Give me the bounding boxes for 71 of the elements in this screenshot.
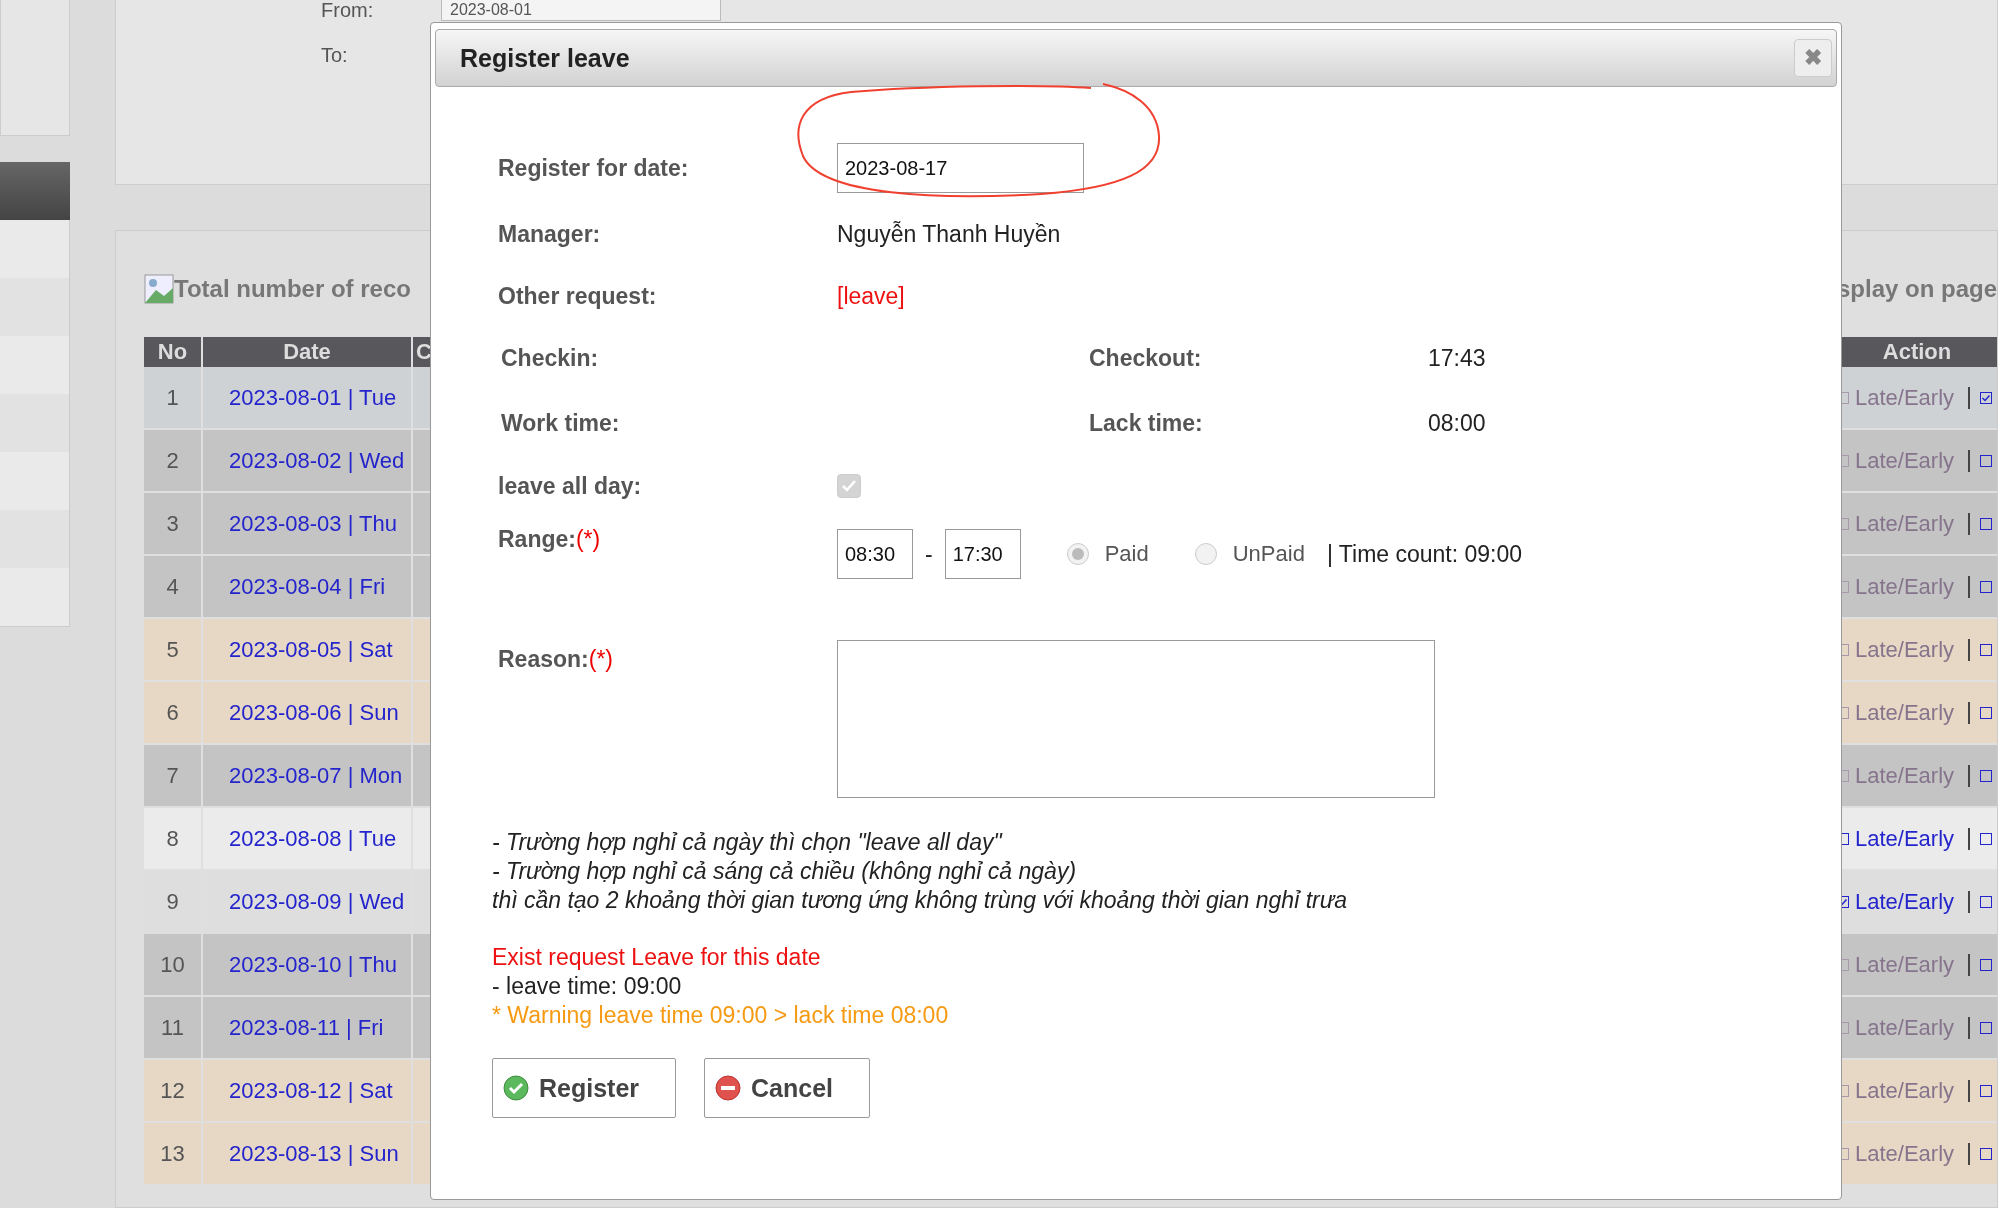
- manager-name: Nguyễn Thanh Huyền: [837, 220, 1062, 248]
- late-early-link[interactable]: Late/Early: [1855, 888, 1955, 915]
- table-cell: 4: [144, 556, 201, 617]
- range-from-field[interactable]: 08:30: [837, 529, 913, 579]
- reason-label: Reason:: [498, 646, 589, 673]
- date-link[interactable]: 2023-08-06 | Sun: [229, 699, 399, 726]
- register-button[interactable]: Register: [492, 1058, 677, 1118]
- table-cell: 10: [144, 934, 201, 995]
- date-link[interactable]: 2023-08-04 | Fri: [229, 573, 386, 600]
- warning-message: * Warning leave time 09:00 > lack time 08:00: [492, 1001, 950, 1030]
- lack-time-value: 08:00: [1428, 409, 1487, 437]
- other-request-label: Other request:: [498, 282, 658, 310]
- column-header: No: [144, 337, 201, 367]
- from-field[interactable]: 2023-08-01: [441, 0, 721, 21]
- date-link[interactable]: 2023-08-12 | Sat: [229, 1077, 393, 1104]
- table-cell: 3: [144, 493, 201, 554]
- checkin-label: Checkin:: [501, 344, 600, 372]
- late-early-link[interactable]: Late/Early: [1855, 699, 1955, 726]
- pay-option-label: UnPaid: [1232, 541, 1305, 567]
- late-early-link[interactable]: Late/Early: [1855, 825, 1955, 852]
- date-link[interactable]: 2023-08-09 | Wed: [229, 888, 405, 915]
- date-link[interactable]: 2023-08-07 | Mon: [229, 762, 403, 789]
- checkout-value: 17:43: [1428, 344, 1487, 372]
- date-link[interactable]: 2023-08-03 | Thu: [229, 510, 397, 537]
- table-cell: 8: [144, 808, 201, 869]
- table-cell: 6: [144, 682, 201, 743]
- date-link[interactable]: 2023-08-01 | Tue: [229, 384, 397, 411]
- date-link[interactable]: 2023-08-13 | Sun: [229, 1140, 399, 1167]
- note-text: - Trường hợp nghỉ cả ngày thì chọn "leave all day": [492, 828, 1004, 857]
- leave-all-day-label: leave all day:: [498, 472, 643, 500]
- date-label: Register for date:: [498, 154, 690, 182]
- late-early-link[interactable]: Late/Early: [1855, 1140, 1955, 1167]
- cancel-button[interactable]: Cancel: [704, 1058, 871, 1118]
- table-cell: 11: [144, 997, 201, 1058]
- table-cell: 1: [144, 367, 201, 428]
- other-request-link[interactable]: [leave]: [837, 282, 1841, 310]
- date-field[interactable]: 2023-08-17: [837, 143, 1084, 193]
- close-button[interactable]: ✖: [1794, 39, 1832, 77]
- late-early-link[interactable]: Late/Early: [1855, 1077, 1955, 1104]
- date-link[interactable]: 2023-08-08 | Tue: [229, 825, 397, 852]
- date-link[interactable]: 2023-08-11 | Fri: [229, 1014, 384, 1041]
- lack-time-label: Lack time:: [1089, 409, 1204, 437]
- table-cell: 5: [144, 619, 201, 680]
- range-label: Range:: [498, 526, 576, 553]
- date-link[interactable]: 2023-08-10 | Thu: [229, 951, 397, 978]
- manager-label: Manager:: [498, 220, 602, 248]
- leave-time-text: - leave time: 09:00: [492, 972, 683, 1001]
- date-link[interactable]: 2023-08-05 | Sat: [229, 636, 393, 663]
- exist-request-message: Exist request Leave for this date: [492, 943, 822, 972]
- note-text: - Trường hợp nghỉ cả sáng cả chiều (không nghỉ cả ngày): [492, 857, 1078, 886]
- checkout-label: Checkout:: [1089, 344, 1203, 372]
- work-time-label: Work time:: [501, 409, 621, 437]
- date-link[interactable]: 2023-08-02 | Wed: [229, 447, 405, 474]
- time-count-text: | Time count: 09:00: [1326, 540, 1523, 568]
- to-label: To:: [321, 44, 349, 67]
- table-cell: 7: [144, 745, 201, 806]
- required-mark: (*): [575, 526, 601, 553]
- range-dash: -: [925, 540, 933, 568]
- dialog-title: Register leave: [460, 43, 630, 73]
- late-early-link[interactable]: Late/Early: [1855, 636, 1955, 663]
- record-count-text: Total number of reco: [174, 275, 411, 303]
- late-early-link[interactable]: Late/Early: [1855, 384, 1955, 411]
- range-to-field[interactable]: 17:30: [944, 529, 1021, 579]
- required-mark: (*): [588, 646, 614, 673]
- table-cell: 13: [144, 1123, 201, 1184]
- from-label: From:: [321, 0, 375, 22]
- table-cell: 12: [144, 1060, 201, 1121]
- table-cell: 2: [144, 430, 201, 491]
- pay-option-label: Paid: [1104, 541, 1149, 567]
- note-text: thì cần tạo 2 khoảng thời gian tương ứng không trùng với khoảng thời gian nghỉ trưa: [492, 886, 1349, 915]
- column-header: Date: [203, 337, 411, 367]
